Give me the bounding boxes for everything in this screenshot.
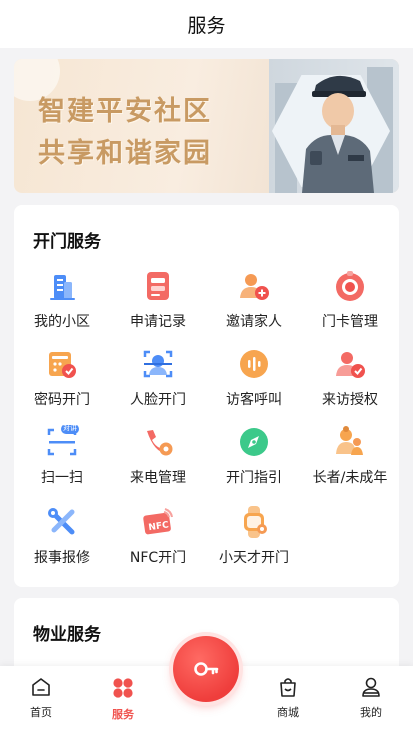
service-smartwatch-open[interactable]: 小天才开门 [206, 505, 302, 567]
service-door-guide[interactable]: 开门指引 [206, 425, 302, 487]
service-label: 人脸开门 [130, 392, 186, 408]
service-call-manage[interactable]: 来电管理 [110, 425, 206, 487]
service-nfc-open[interactable]: NFC NFC开门 [110, 505, 206, 567]
service-label: 来电管理 [130, 470, 186, 486]
service-label: 门卡管理 [322, 314, 378, 330]
face-scan-icon [141, 347, 175, 381]
door-service-title: 开门服务 [33, 232, 101, 252]
smartwatch-icon [237, 505, 271, 539]
invite-family-icon [237, 269, 271, 303]
service-label: 邀请家人 [226, 314, 282, 330]
service-label: 报事报修 [34, 550, 90, 566]
security-guard-image [302, 75, 374, 193]
service-face-open[interactable]: 人脸开门 [110, 347, 206, 409]
service-my-community[interactable]: 我的小区 [14, 269, 110, 331]
page-title: 服务 [187, 14, 226, 37]
service-door-card[interactable]: 门卡管理 [302, 269, 398, 331]
banner-line-1: 智建平安社区 [38, 96, 212, 127]
elder-child-icon [333, 425, 367, 459]
building-icon [45, 269, 79, 303]
nfc-icon: NFC [141, 505, 175, 539]
banner-line-2: 共享和谐家园 [38, 138, 212, 169]
password-icon [45, 347, 79, 381]
compass-icon [237, 425, 271, 459]
page-header: 服务 [0, 0, 413, 48]
service-repair[interactable]: 报事报修 [14, 505, 110, 567]
key-open-button[interactable] [173, 636, 239, 702]
shop-bag-icon [280, 678, 296, 697]
service-label: 扫一扫 [41, 470, 83, 486]
visit-authorize-icon [333, 347, 367, 381]
tab-profile[interactable]: 我的 [341, 676, 401, 720]
service-label: 长者/未成年 [312, 470, 388, 486]
tab-label: 商城 [277, 706, 299, 719]
profile-icon [362, 677, 380, 697]
visitor-call-icon [237, 347, 271, 381]
service-label: 我的小区 [34, 314, 90, 330]
tab-label: 我的 [360, 706, 382, 719]
key-icon [194, 662, 219, 676]
service-label: 来访授权 [322, 392, 378, 408]
service-label: 开门指引 [226, 470, 282, 486]
door-card-icon [333, 269, 367, 303]
service-visitor-call[interactable]: 访客呼叫 [206, 347, 302, 409]
service-label: 密码开门 [34, 392, 90, 408]
service-password-open[interactable]: 密码开门 [14, 347, 110, 409]
service-label: NFC开门 [129, 550, 187, 566]
repair-icon [45, 505, 79, 539]
tab-shop[interactable]: 商城 [258, 676, 318, 720]
scan-icon: 对讲 [45, 424, 79, 459]
record-icon [141, 269, 175, 303]
service-elder-child[interactable]: 长者/未成年 [302, 425, 398, 487]
tab-label: 首页 [30, 706, 52, 719]
promo-banner[interactable]: 智建平安社区 共享和谐家园 [14, 59, 399, 193]
service-apply-record[interactable]: 申请记录 [110, 269, 206, 331]
door-service-card: 开门服务 我的小区 申请记录 邀请家人 门卡管理 密码开门 人脸开门 访客呼叫 … [14, 205, 399, 587]
call-manage-icon [141, 425, 175, 459]
tab-service[interactable]: 服务 [93, 676, 153, 722]
tab-home[interactable]: 首页 [11, 676, 71, 720]
service-label: 小天才开门 [219, 550, 289, 566]
property-service-title: 物业服务 [33, 625, 101, 645]
service-visit-authorize[interactable]: 来访授权 [302, 347, 398, 409]
service-label: 申请记录 [130, 314, 186, 330]
service-invite-family[interactable]: 邀请家人 [206, 269, 302, 331]
service-icon [113, 678, 133, 698]
tab-label: 服务 [112, 708, 134, 721]
service-label: 访客呼叫 [226, 392, 282, 408]
intercom-badge: 对讲 [63, 424, 77, 432]
home-icon [32, 678, 50, 696]
service-scan[interactable]: 对讲 扫一扫 [14, 424, 110, 487]
